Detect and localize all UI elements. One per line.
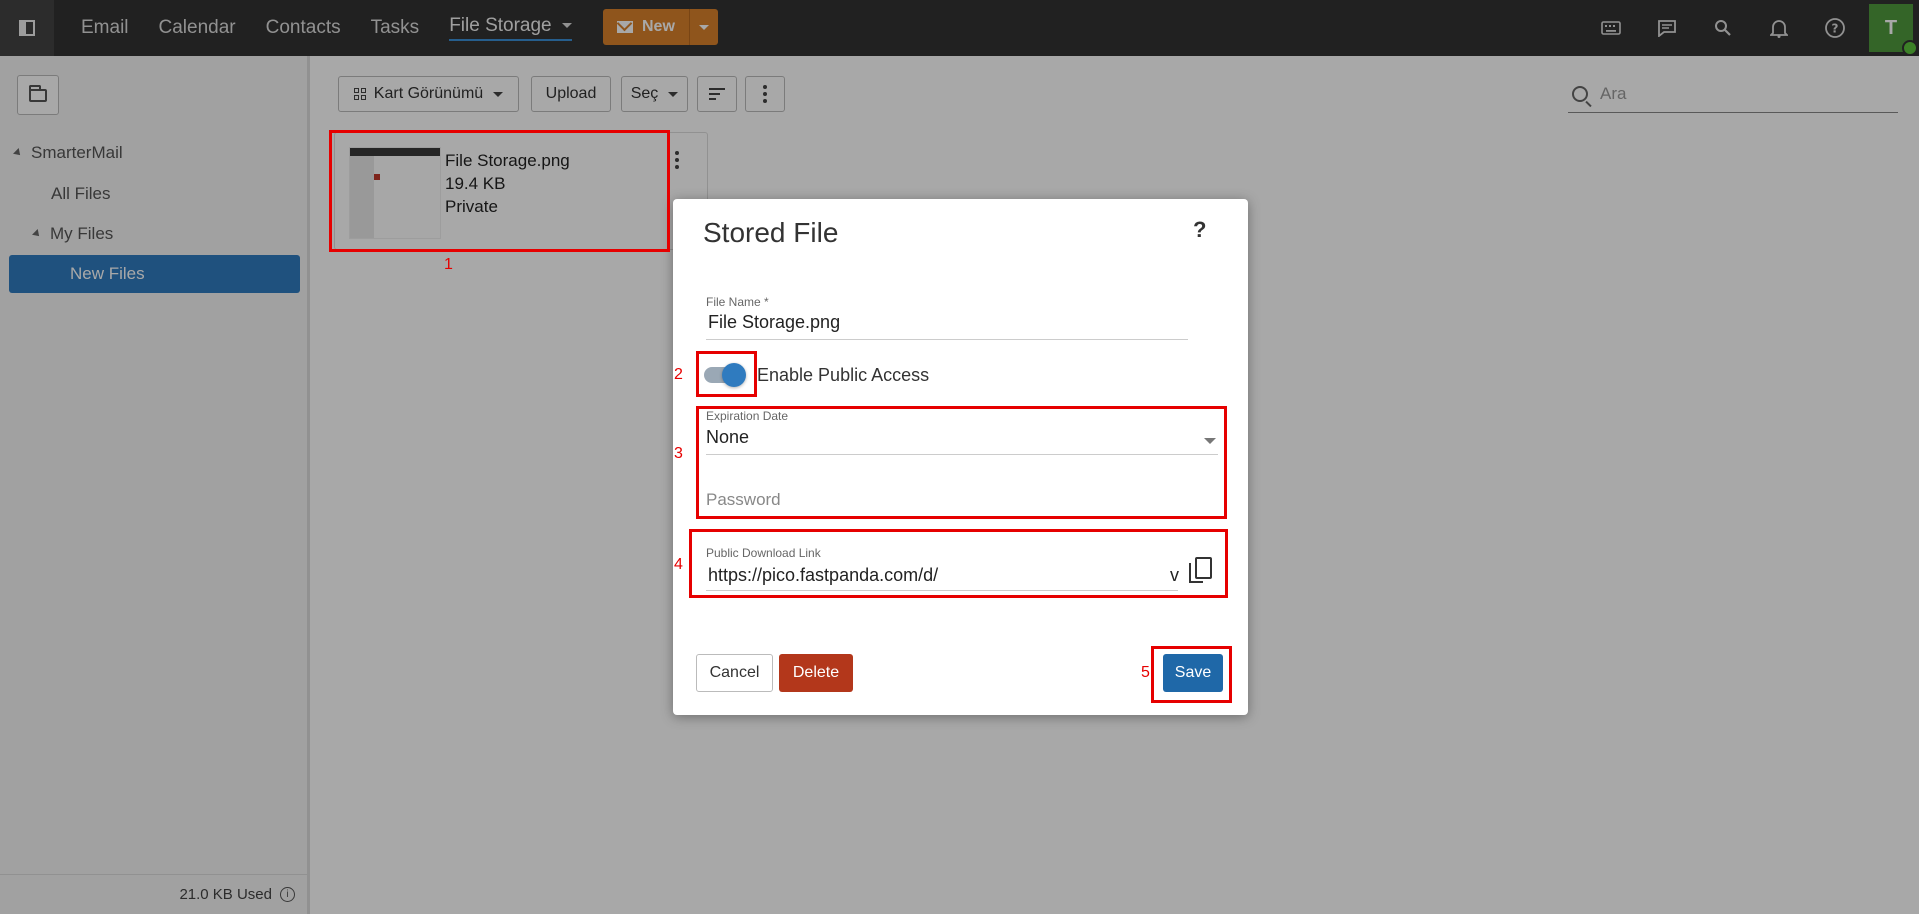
dialog-title: Stored File xyxy=(703,217,839,248)
annotation-label-4: 4 xyxy=(674,556,683,573)
annotation-box-5 xyxy=(1151,646,1232,703)
annotation-box-1 xyxy=(329,130,670,252)
annotation-label-5: 5 xyxy=(1141,664,1150,681)
help-button[interactable]: ? xyxy=(1193,217,1206,243)
annotation-label-1: 1 xyxy=(444,256,453,273)
annotation-box-3 xyxy=(696,406,1227,519)
annotation-box-4 xyxy=(689,529,1228,598)
public-access-label: Enable Public Access xyxy=(757,365,930,385)
annotation-box-2 xyxy=(696,351,757,397)
file-name-label: File Name * xyxy=(706,295,769,309)
annotation-label-2: 2 xyxy=(674,366,683,383)
file-name-underline xyxy=(706,339,1188,340)
delete-button[interactable]: Delete xyxy=(779,654,853,692)
file-name-field[interactable]: File Storage.png xyxy=(708,312,840,333)
annotation-label-3: 3 xyxy=(674,445,683,462)
cancel-button[interactable]: Cancel xyxy=(696,654,773,692)
